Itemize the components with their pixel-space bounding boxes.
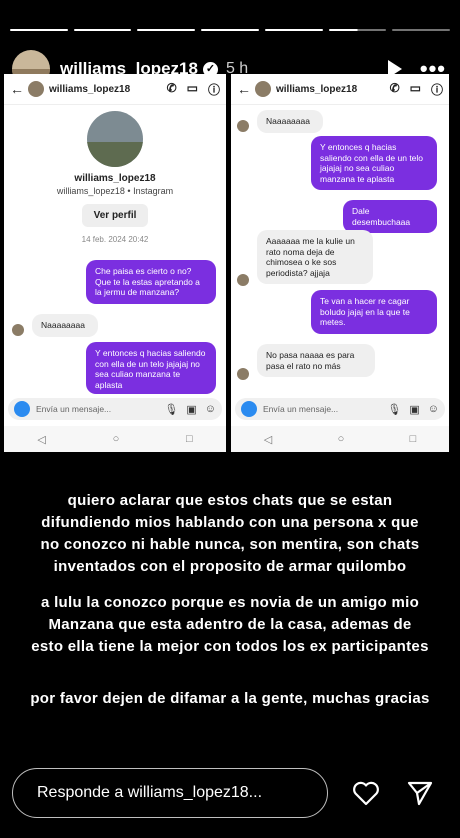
phone-icon: ✆ [389, 80, 400, 95]
progress-segment [137, 29, 196, 31]
info-icon: ⓘ [207, 82, 220, 97]
compose-bar: Envía un mensaje... 🎙 ▣ ☺ [235, 398, 445, 420]
sticker-icon: ☺ [204, 402, 216, 415]
nav-recent-icon: □ [409, 433, 417, 445]
nav-back-icon: ◁ [37, 433, 46, 446]
message-avatar [237, 274, 249, 286]
message-out: Che paisa es cierto o no? Que te la esta… [86, 260, 216, 304]
profile-name: williams_lopez18 [74, 173, 156, 184]
camera-icon [241, 401, 257, 417]
message-in: Aaaaaaa me la kulie un rato noma deja de… [257, 230, 373, 284]
progress-segment-current [328, 29, 387, 31]
message-out: Y entonces q hacias saliendo con ella de… [86, 342, 216, 394]
progress-segment [201, 29, 259, 31]
back-arrow-icon: ← [237, 81, 251, 97]
back-arrow-icon: ← [10, 81, 24, 97]
caption-line: por favor dejen de difamar a la gente, m… [30, 690, 430, 707]
reply-placeholder: Responde a williams_lopez18... [37, 784, 263, 801]
progress-segment [10, 29, 68, 31]
nav-home-icon: ○ [337, 433, 345, 445]
like-heart-icon[interactable] [350, 777, 382, 809]
caption-paragraph-1: quiero aclarar que estos chats que se es… [0, 490, 460, 578]
message-in: Naaaaaaaa [257, 110, 323, 133]
camera-icon [14, 401, 30, 417]
chat-date: 14 feb. 2024 20:42 [81, 235, 149, 244]
story-footer: Responde a williams_lopez18... [12, 766, 448, 820]
profile-subtitle: williams_lopez18 • Instagram [56, 186, 174, 196]
progress-segment [264, 29, 323, 31]
chat-profile: williams_lopez18 williams_lopez18 • Inst… [4, 105, 226, 244]
compose-placeholder: Envía un mensaje... [263, 404, 339, 414]
phone-icon: ✆ [166, 80, 177, 95]
caption-paragraph-3: por favor dejen de difamar a la gente, m… [0, 688, 460, 710]
nav-back-icon: ◁ [263, 433, 273, 446]
chat-header-name: williams_lopez18 [276, 83, 358, 95]
android-navbar: ◁ ○ □ [231, 426, 449, 452]
android-navbar: ◁ ○ □ [4, 426, 226, 452]
message-in: Naaaaaaaa [32, 314, 98, 337]
caption-line: difundiendo mios hablando con una person… [41, 514, 419, 531]
message-out: Y entonces q hacias saliendo con ella de… [311, 136, 437, 190]
sticker-icon: ☺ [427, 402, 439, 415]
chat-avatar [255, 81, 271, 97]
info-icon: ⓘ [430, 82, 443, 97]
chat-screenshot-left: ← williams_lopez18 ✆ ▭ ⓘ williams_lopez1… [4, 74, 226, 452]
chat-header: ← williams_lopez18 ✆ ▭ ⓘ [4, 74, 226, 105]
message-in: No pasa naaaa es para pasa el rato no má… [257, 344, 375, 377]
microphone-icon: 🎙 [387, 403, 402, 416]
image-icon: ▣ [186, 403, 197, 416]
nav-home-icon: ○ [112, 433, 120, 445]
message-avatar [12, 324, 24, 336]
more-options-icon[interactable]: ••• [420, 58, 446, 80]
caption-line: inventados con el proposito de armar qui… [53, 558, 407, 575]
message-out: Te van a hacer re cagar boludo jajaj en … [311, 290, 437, 334]
video-icon: ▭ [186, 80, 198, 95]
progress-segment [392, 29, 451, 31]
chat-screenshot-right: ← williams_lopez18 ✆ ▭ ⓘ Naaaaaaaa Y ent… [231, 74, 449, 452]
caption-line: no conozco ni hable nunca, son mentira, … [40, 536, 420, 553]
message-avatar [237, 120, 249, 132]
caption-line: Manzana que esta adentro de la casa, ade… [48, 616, 412, 633]
chat-header: ← williams_lopez18 ✆ ▭ ⓘ [231, 74, 449, 105]
caption-line: esto ella tiene la mejor con todos los e… [31, 638, 429, 655]
caption-paragraph-2: a lulu la conozco porque es novia de un … [0, 592, 460, 658]
nav-recent-icon: □ [185, 433, 193, 445]
message-out: Dale desembuchaaa [343, 200, 437, 233]
video-icon: ▭ [409, 80, 421, 95]
view-profile-button: Ver perfil [81, 204, 149, 227]
progress-segment [73, 29, 132, 31]
message-avatar [237, 368, 249, 380]
microphone-icon: 🎙 [164, 403, 179, 416]
chat-avatar [28, 81, 44, 97]
caption-line: a lulu la conozco porque es novia de un … [40, 594, 420, 611]
image-icon: ▣ [409, 403, 420, 416]
compose-placeholder: Envía un mensaje... [36, 404, 112, 414]
compose-bar: Envía un mensaje... 🎙 ▣ ☺ [8, 398, 222, 420]
send-icon[interactable] [404, 777, 436, 809]
caption-line: quiero aclarar que estos chats que se es… [67, 492, 393, 509]
profile-avatar [87, 111, 143, 167]
chat-header-name: williams_lopez18 [49, 83, 131, 95]
reply-input[interactable]: Responde a williams_lopez18... [12, 768, 328, 818]
story-progress [10, 29, 451, 31]
